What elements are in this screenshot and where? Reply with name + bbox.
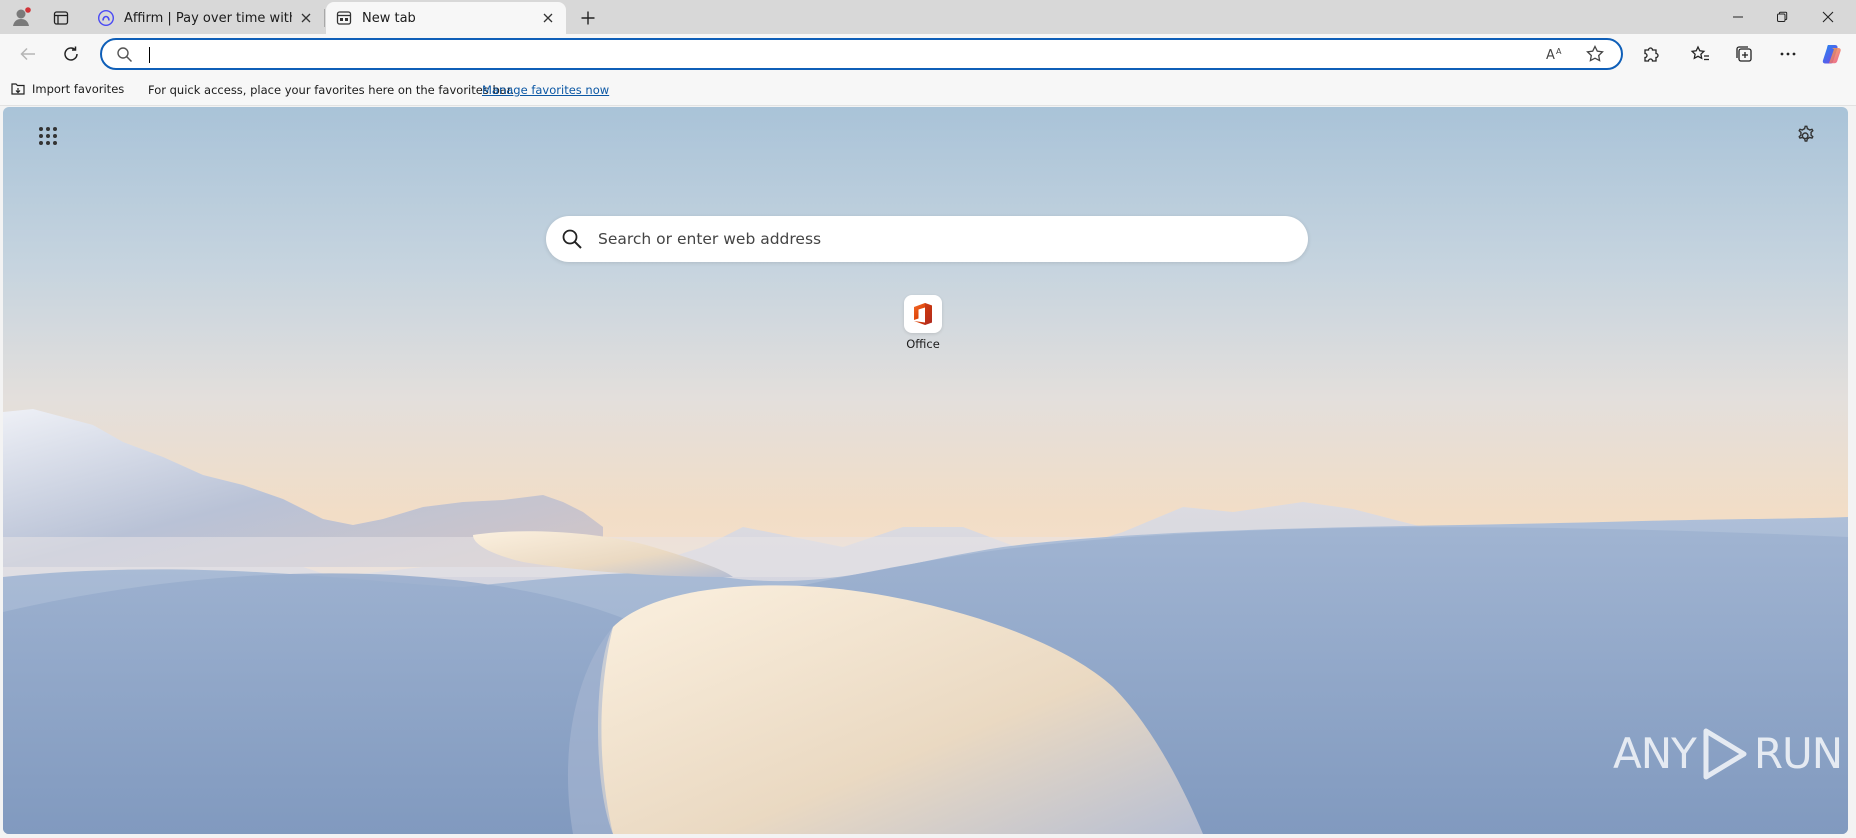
page-settings-button[interactable] (1792, 121, 1820, 149)
restore-button[interactable] (1766, 4, 1798, 30)
tab-actions-button[interactable] (48, 6, 74, 30)
app-launcher-button[interactable] (33, 121, 63, 151)
back-button[interactable] (13, 39, 43, 69)
search-placeholder: Search or enter web address (598, 230, 822, 248)
search-icon (562, 229, 582, 249)
affirm-favicon-icon (98, 10, 114, 26)
quick-link-icon-box (904, 295, 942, 333)
collections-icon (1736, 46, 1752, 62)
import-favorites-button[interactable]: Import favorites (10, 81, 124, 97)
quick-link-label: Office (906, 337, 940, 351)
quick-link-office[interactable]: Office (883, 295, 963, 351)
minimize-icon (1733, 16, 1743, 18)
close-tab-icon[interactable] (540, 10, 556, 26)
watermark-text-left: ANY (1613, 729, 1697, 778)
play-logo-icon (1703, 728, 1747, 780)
close-window-button[interactable] (1812, 4, 1844, 30)
collections-button[interactable] (1729, 39, 1759, 69)
copilot-icon (1822, 45, 1841, 64)
new-tab-page: Search or enter web address Office ANY R… (3, 107, 1848, 834)
tab-strip: Affirm | Pay over time with flexible New… (0, 0, 1856, 34)
profile-button[interactable] (8, 5, 34, 29)
svg-text:A: A (1556, 47, 1562, 56)
watermark-text-right: RUN (1753, 729, 1843, 778)
read-aloud-icon: A A (1546, 47, 1562, 63)
copilot-button[interactable] (1817, 39, 1847, 69)
new-tab-button[interactable] (574, 5, 602, 31)
favorites-bar: Import favorites For quick access, place… (0, 74, 1856, 106)
favorites-button[interactable] (1685, 39, 1715, 69)
extensions-puzzle-icon (1644, 47, 1659, 62)
restore-icon (1777, 11, 1788, 22)
extensions-button[interactable] (1636, 39, 1666, 69)
new-tab-favicon-icon (336, 11, 352, 25)
import-favorites-label: Import favorites (32, 82, 125, 96)
tab-actions-icon (53, 11, 69, 25)
profile-icon (13, 7, 31, 26)
web-search-box[interactable]: Search or enter web address (546, 216, 1308, 262)
app-grid-icon (39, 127, 57, 145)
favorites-star-list-icon (1690, 45, 1709, 61)
search-icon (117, 47, 133, 63)
tab-affirm[interactable]: Affirm | Pay over time with flexible (88, 2, 324, 34)
more-horizontal-icon (1780, 52, 1796, 56)
manage-favorites-link[interactable]: Manage favorites now (482, 83, 609, 97)
back-arrow-icon (20, 47, 35, 61)
navigation-toolbar: A A (0, 34, 1856, 74)
refresh-button[interactable] (56, 39, 86, 69)
favorites-hint-text: For quick access, place your favorites h… (148, 83, 515, 97)
address-bar[interactable]: A A (100, 38, 1623, 70)
tab-title: New tab (362, 10, 416, 26)
more-options-button[interactable] (1773, 39, 1803, 69)
gear-icon (1798, 125, 1814, 142)
tab-new-tab[interactable]: New tab (326, 2, 566, 34)
office-icon (914, 303, 932, 325)
close-tab-icon[interactable] (298, 10, 314, 26)
svg-text:A: A (1546, 48, 1555, 63)
close-icon (1822, 11, 1834, 23)
star-icon (1586, 45, 1604, 62)
plus-icon (581, 11, 595, 25)
favorite-star-button[interactable] (1585, 44, 1607, 64)
import-favorites-icon (11, 83, 25, 95)
anyrun-watermark: ANY RUN (1613, 725, 1843, 783)
read-aloud-button[interactable]: A A (1544, 44, 1566, 64)
refresh-icon (64, 46, 78, 61)
minimize-button[interactable] (1722, 4, 1754, 30)
text-caret (149, 47, 150, 63)
tab-divider (324, 9, 325, 27)
tab-title: Affirm | Pay over time with flexible (124, 10, 292, 26)
